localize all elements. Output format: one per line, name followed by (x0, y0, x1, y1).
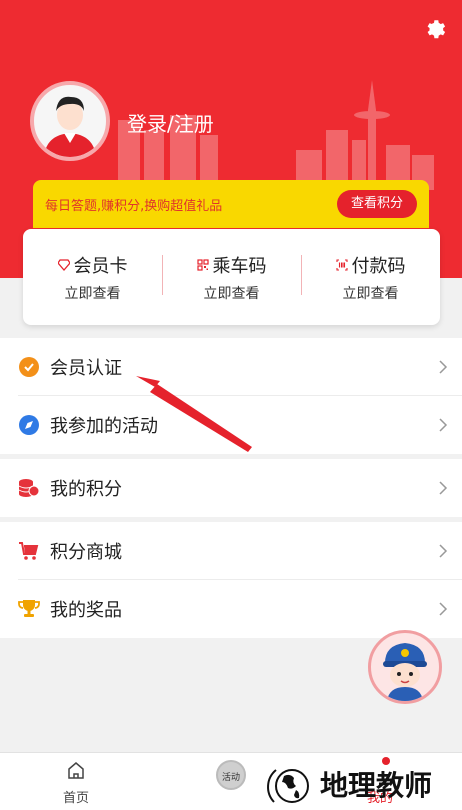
barcode-icon (335, 259, 348, 271)
tab-mine[interactable]: 我的 (340, 753, 420, 810)
police-mascot-icon (383, 643, 427, 701)
card-payment-code[interactable]: 付款码 立即查看 (301, 229, 440, 325)
chevron-right-icon (439, 481, 448, 495)
login-register-link[interactable]: 登录/注册 (127, 108, 214, 137)
card-title: 会员卡 (73, 256, 128, 277)
tab-label: 首页 (62, 791, 89, 806)
menu-item-label: 我的积分 (50, 479, 122, 500)
menu-group-points: 我的积分 (0, 459, 462, 517)
menu-item-member-verification[interactable]: 会员认证 (0, 338, 462, 396)
customer-service-float-button[interactable] (368, 630, 442, 704)
menu-group-account: 会员认证 我参加的活动 (0, 338, 462, 454)
card-subtitle: 立即查看 (64, 286, 121, 302)
default-user-avatar-icon (44, 96, 96, 157)
diamond-icon (57, 259, 70, 271)
card-title: 乘车码 (212, 256, 267, 277)
verified-check-icon (19, 357, 39, 377)
view-points-button[interactable]: 查看积分 (337, 190, 417, 218)
settings-gear-icon[interactable] (424, 17, 448, 41)
menu-item-my-points[interactable]: 我的积分 (0, 459, 462, 517)
menu-item-label: 会员认证 (50, 358, 122, 379)
chevron-right-icon (439, 544, 448, 558)
promo-text: 每日答题,赚积分,换购超值礼品 (45, 199, 223, 214)
coins-stack-icon (18, 479, 40, 497)
tab-activity[interactable]: 活动 (191, 753, 271, 810)
compass-icon (19, 415, 39, 435)
promo-banner: 每日答题,赚积分,换购超值礼品 查看积分 (33, 180, 429, 228)
user-avatar[interactable] (30, 81, 110, 161)
trophy-icon (18, 600, 40, 617)
tab-label: 活动 (221, 773, 240, 783)
shopping-cart-icon (19, 542, 39, 560)
card-subtitle: 立即查看 (342, 286, 399, 302)
tab-home[interactable]: 首页 (36, 753, 116, 810)
menu-item-label: 我参加的活动 (50, 416, 158, 437)
qr-code-icon (196, 259, 209, 271)
menu-item-points-mall[interactable]: 积分商城 (0, 522, 462, 580)
chevron-right-icon (439, 360, 448, 374)
menu-item-label: 积分商城 (50, 542, 122, 563)
quick-cards: 会员卡 立即查看 乘车码 立即查看 付款码 立即查看 (23, 229, 440, 325)
menu-item-my-activities[interactable]: 我参加的活动 (0, 396, 462, 454)
menu-item-my-prizes[interactable]: 我的奖品 (0, 580, 462, 638)
card-subtitle: 立即查看 (203, 286, 260, 302)
tab-label: 我的 (366, 791, 393, 806)
chevron-right-icon (439, 602, 448, 616)
card-title: 付款码 (351, 256, 406, 277)
notification-dot (382, 757, 390, 765)
home-icon (68, 762, 84, 779)
card-membership[interactable]: 会员卡 立即查看 (23, 229, 162, 325)
card-ride-code[interactable]: 乘车码 立即查看 (162, 229, 301, 325)
chevron-right-icon (439, 418, 448, 432)
menu-item-label: 我的奖品 (50, 600, 122, 621)
bottom-tab-bar: 首页 活动 我的 (0, 752, 462, 810)
menu-group-mall: 积分商城 我的奖品 (0, 522, 462, 638)
